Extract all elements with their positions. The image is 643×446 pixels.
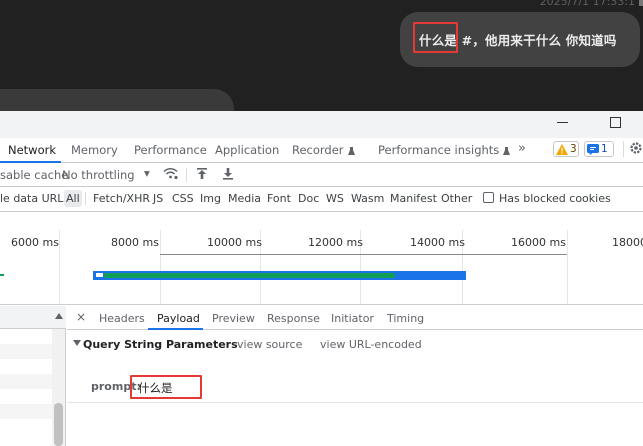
timeline-tick: 8000 ms: [111, 236, 159, 249]
blocked-cookies-label[interactable]: Has blocked cookies: [499, 192, 611, 205]
more-tabs-button[interactable]: »: [518, 141, 526, 156]
section-divider: [67, 402, 643, 403]
maximize-icon[interactable]: [610, 117, 621, 128]
hide-data-urls-label[interactable]: le data URLs: [0, 192, 69, 205]
minimize-icon[interactable]: [557, 122, 568, 123]
chat-timestamp: 2025/7/1 17:33:1: [539, 0, 635, 8]
throttling-select[interactable]: No throttling: [62, 168, 135, 182]
timeline-tick: 14000 ms: [410, 236, 465, 249]
tab-recorder-label: Recorder: [292, 143, 344, 157]
table-row[interactable]: [0, 344, 52, 359]
chat-scrollbar[interactable]: [639, 0, 643, 6]
tab-response[interactable]: Response: [267, 312, 320, 325]
timeline-tick: 6000 ms: [11, 236, 59, 249]
request-bar-start: [0, 274, 4, 276]
tab-timing[interactable]: Timing: [387, 312, 424, 325]
flask-icon: [503, 147, 511, 155]
filter-other[interactable]: Other: [441, 192, 472, 205]
network-overview[interactable]: [0, 212, 643, 305]
warning-icon: [556, 144, 568, 155]
filter-divider: [85, 192, 86, 205]
request-queue-bar: [96, 273, 103, 277]
filter-ws[interactable]: WS: [326, 192, 344, 205]
tab-performance-insights-label: Performance insights: [378, 143, 500, 157]
timeline-gridline: [59, 230, 60, 304]
tab-payload[interactable]: Payload: [157, 312, 200, 325]
tab-memory[interactable]: Memory: [71, 143, 118, 157]
timeline-gridline: [160, 230, 161, 304]
warnings-badge[interactable]: 3: [553, 141, 579, 157]
issues-badge[interactable]: 1: [584, 141, 614, 157]
filter-font[interactable]: Font: [267, 192, 291, 205]
annotation-highlight-message: [413, 22, 458, 53]
flask-icon: [347, 147, 355, 155]
tab-application[interactable]: Application: [215, 143, 279, 157]
close-icon[interactable]: ×: [76, 310, 86, 324]
tab-preview[interactable]: Preview: [212, 312, 255, 325]
filter-css[interactable]: CSS: [172, 192, 194, 205]
tab-headers[interactable]: Headers: [99, 312, 145, 325]
timeline-tick: 18000: [612, 236, 643, 249]
timeline-tick: 16000 ms: [511, 236, 566, 249]
view-source-link[interactable]: view source: [237, 338, 302, 351]
toolbar-divider: [186, 168, 187, 182]
issues-count: 1: [601, 143, 608, 155]
filter-all[interactable]: All: [64, 190, 82, 207]
filter-img[interactable]: Img: [200, 192, 221, 205]
timeline-selection[interactable]: [160, 254, 567, 255]
import-har-icon[interactable]: [196, 167, 208, 180]
chevron-down-icon[interactable]: ▾: [144, 166, 150, 180]
filter-wasm[interactable]: Wasm: [351, 192, 384, 205]
table-row[interactable]: [0, 404, 52, 419]
network-conditions-icon[interactable]: [163, 167, 178, 180]
timeline-gridline: [567, 230, 568, 304]
timeline-tick: 10000 ms: [207, 236, 262, 249]
table-row[interactable]: [0, 374, 52, 389]
issue-message-icon: [587, 144, 599, 155]
view-url-encoded-link[interactable]: view URL-encoded: [320, 338, 422, 351]
query-string-section-title[interactable]: Query String Parameters: [83, 338, 238, 351]
warnings-count: 3: [570, 143, 577, 155]
tab-performance[interactable]: Performance: [134, 143, 207, 157]
export-har-icon[interactable]: [222, 167, 234, 180]
tab-network[interactable]: Network: [8, 143, 56, 157]
toolbar-divider: [623, 141, 624, 157]
collapse-arrow-icon[interactable]: [73, 340, 81, 346]
filter-manifest[interactable]: Manifest: [390, 192, 437, 205]
sort-up-icon[interactable]: [55, 313, 63, 319]
scrollbar-thumb[interactable]: [54, 403, 63, 446]
tab-performance-insights[interactable]: Performance insights: [378, 143, 511, 157]
devtools-title-bar: [0, 111, 643, 138]
tab-recorder[interactable]: Recorder: [292, 143, 355, 157]
tab-initiator[interactable]: Initiator: [331, 312, 374, 325]
active-detail-tab-indicator: [148, 328, 203, 330]
blocked-cookies-checkbox[interactable]: [483, 192, 494, 203]
filter-doc[interactable]: Doc: [298, 192, 319, 205]
filter-js[interactable]: JS: [153, 192, 163, 205]
filter-fetch-xhr[interactable]: Fetch/XHR: [93, 192, 150, 205]
annotation-highlight-param: [130, 375, 202, 399]
request-waiting-bar: [104, 273, 395, 278]
timeline-tick: 12000 ms: [308, 236, 363, 249]
gear-icon[interactable]: [629, 141, 643, 155]
filter-media[interactable]: Media: [228, 192, 261, 205]
disable-cache-label[interactable]: sable cache: [0, 168, 68, 182]
